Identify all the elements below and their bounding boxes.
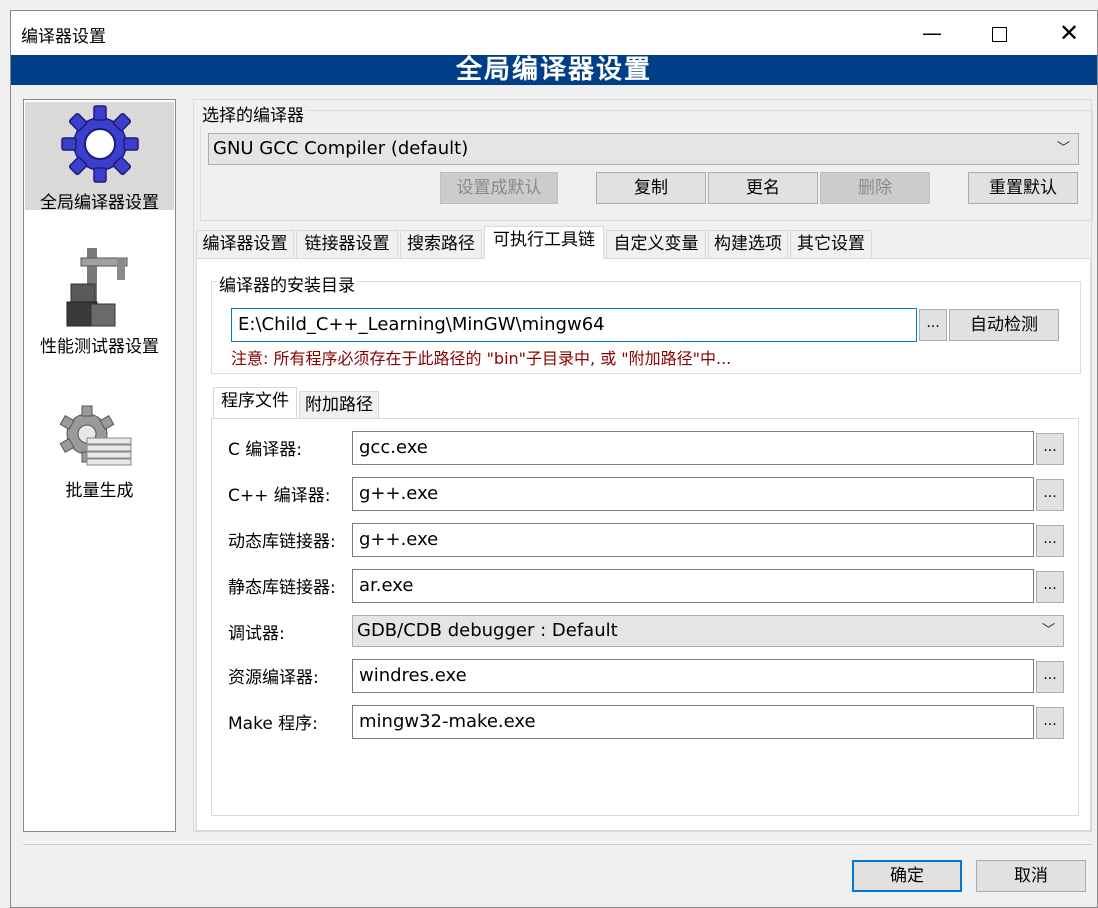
maximize-button[interactable] (976, 11, 1022, 55)
main-settings-panel: 选择的编译器 GNU GCC Compiler (default) ﹀ 设置成默… (193, 99, 1093, 832)
sidebar-item-global-compiler[interactable]: 全局编译器设置 (25, 102, 174, 213)
close-button[interactable]: ✕ (1046, 11, 1092, 55)
compiler-dropdown-value: GNU GCC Compiler (default) (213, 138, 469, 159)
tab-other-settings[interactable]: 其它设置 (790, 230, 872, 258)
c-compiler-browse-button[interactable]: ... (1036, 433, 1064, 465)
c-compiler-label: C 编译器: (228, 440, 303, 460)
install-dir-label: 编译器的安装目录 (217, 271, 357, 296)
window-title: 编译器设置 (21, 27, 106, 47)
resource-compiler-label: 资源编译器: (228, 668, 319, 688)
static-linker-browse-button[interactable]: ... (1036, 571, 1064, 603)
install-dir-browse-button[interactable]: ... (919, 309, 947, 341)
chevron-down-icon: ﹀ (1041, 623, 1055, 638)
sidebar-item-batch-build[interactable]: 批量生成 (25, 400, 174, 501)
subtab-program-files[interactable]: 程序文件 (213, 387, 297, 418)
chevron-down-icon: ﹀ (1056, 141, 1070, 156)
resource-compiler-browse-button[interactable]: ... (1036, 661, 1064, 693)
copy-button[interactable]: 复制 (596, 172, 706, 204)
cpp-compiler-label: C++ 编译器: (228, 486, 331, 506)
dynamic-linker-input[interactable]: g++.exe (352, 523, 1034, 557)
caliper-icon (66, 248, 128, 327)
autodetect-button[interactable]: 自动检测 (949, 309, 1059, 341)
footer-divider (23, 844, 1092, 845)
make-program-label: Make 程序: (228, 714, 318, 734)
sidebar-item-label: 性能测试器设置 (40, 337, 159, 357)
reset-defaults-button[interactable]: 重置默认 (968, 172, 1078, 204)
install-dir-input[interactable]: E:\Child_C++_Learning\MinGW\mingw64 (231, 308, 917, 342)
compiler-dropdown[interactable]: GNU GCC Compiler (default) ﹀ (208, 133, 1079, 165)
set-default-button[interactable]: 设置成默认 (440, 172, 558, 204)
sidebar-item-label: 全局编译器设置 (40, 193, 159, 213)
tab-toolchain-executables[interactable]: 可执行工具链 (484, 226, 604, 259)
cancel-button[interactable]: 取消 (976, 860, 1086, 892)
tab-search-paths[interactable]: 搜索路径 (400, 230, 482, 258)
toolchain-tab-page: 编译器的安装目录 E:\Child_C++_Learning\MinGW\min… (196, 258, 1091, 831)
tab-build-options[interactable]: 构建选项 (708, 230, 788, 258)
debugger-dropdown[interactable]: GDB/CDB debugger : Default ﹀ (352, 615, 1064, 647)
tab-linker-settings[interactable]: 链接器设置 (296, 230, 398, 258)
settings-sidebar: 全局编译器设置 性能测试器设置 批量生成 (23, 99, 176, 832)
rename-button[interactable]: 更名 (708, 172, 818, 204)
delete-button[interactable]: 删除 (820, 172, 930, 204)
program-files-page: C 编译器: gcc.exe ... C++ 编译器: g++.exe ... … (211, 418, 1079, 816)
make-program-browse-button[interactable]: ... (1036, 707, 1064, 739)
debugger-label: 调试器: (228, 624, 285, 644)
compiler-settings-dialog: 编译器设置 — ✕ 全局编译器设置 全局编译器设置 性能测试器设置 批量生成 选… (10, 10, 1098, 908)
subtab-additional-paths[interactable]: 附加路径 (299, 391, 379, 418)
dynamic-linker-browse-button[interactable]: ... (1036, 525, 1064, 557)
page-banner: 全局编译器设置 (11, 55, 1097, 85)
install-dir-note: 注意: 所有程序必须存在于此路径的 "bin"子目录中, 或 "附加路径"中..… (231, 349, 732, 368)
maximize-icon (991, 27, 1007, 42)
tab-custom-variables[interactable]: 自定义变量 (606, 230, 706, 258)
ok-button[interactable]: 确定 (852, 860, 962, 892)
background-app-edge (0, 10, 10, 908)
batch-build-icon (59, 405, 132, 466)
dynamic-linker-label: 动态库链接器: (228, 532, 336, 552)
title-bar: 编译器设置 — ✕ (11, 11, 1097, 55)
debugger-dropdown-value: GDB/CDB debugger : Default (357, 620, 618, 641)
gear-icon (61, 105, 139, 183)
resource-compiler-input[interactable]: windres.exe (352, 659, 1034, 693)
tab-compiler-settings[interactable]: 编译器设置 (196, 230, 294, 258)
cpp-compiler-input[interactable]: g++.exe (352, 477, 1034, 511)
make-program-input[interactable]: mingw32-make.exe (352, 705, 1034, 739)
cpp-compiler-browse-button[interactable]: ... (1036, 479, 1064, 511)
sidebar-item-profiler[interactable]: 性能测试器设置 (25, 240, 174, 357)
c-compiler-input[interactable]: gcc.exe (352, 431, 1034, 465)
static-linker-label: 静态库链接器: (228, 578, 336, 598)
static-linker-input[interactable]: ar.exe (352, 569, 1034, 603)
minimize-button[interactable]: — (909, 11, 955, 55)
sidebar-item-label: 批量生成 (65, 481, 134, 501)
compiler-select-label: 选择的编译器 (200, 101, 306, 126)
compiler-select-group (200, 110, 1093, 221)
